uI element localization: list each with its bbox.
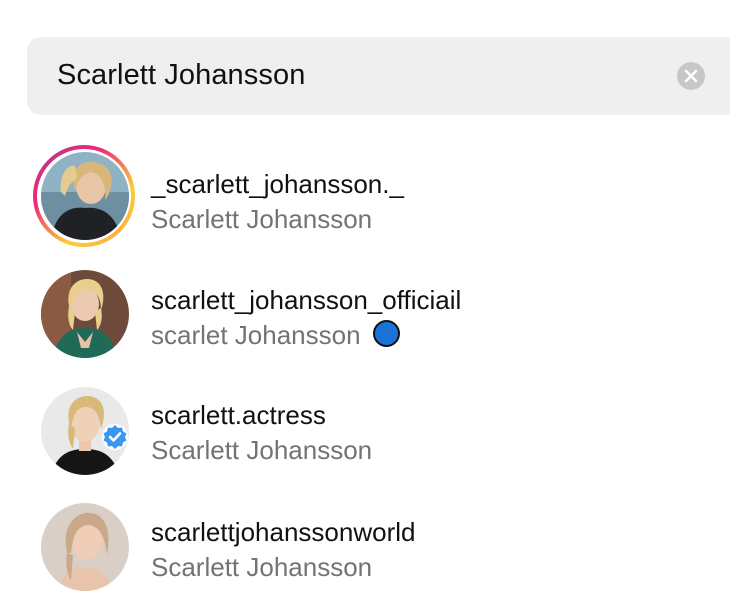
search-result-item[interactable]: scarlett.actress Scarlett Johansson [0,386,730,486]
search-results-page: Scarlett Johansson _scarlett_johansson._… [0,0,730,603]
result-full-name: Scarlett Johansson [151,552,373,582]
clear-circle-icon[interactable] [677,62,705,90]
search-bar[interactable]: Scarlett Johansson [27,37,730,115]
verified-badge-icon [102,424,128,450]
avatar [41,503,129,591]
search-result-item[interactable]: _scarlett_johansson._ Scarlett Johansson [0,145,730,247]
search-result-item[interactable]: scarlett_johansson_officiail scarlet Joh… [0,270,730,370]
result-username: scarlett.actress [151,400,326,430]
result-username: scarlett_johansson_officiail [151,285,462,315]
blue-circle-icon [373,320,400,347]
search-input[interactable]: Scarlett Johansson [57,59,305,92]
avatar [41,270,129,358]
result-full-name: scarlet Johansson [151,320,361,350]
result-username: scarlettjohanssonworld [151,517,416,547]
avatar [41,152,129,240]
result-username: _scarlett_johansson._ [151,169,404,199]
search-result-item[interactable]: scarlettjohanssonworld Scarlett Johansso… [0,503,730,603]
result-full-name: Scarlett Johansson [151,204,373,234]
result-full-name: Scarlett Johansson [151,435,373,465]
